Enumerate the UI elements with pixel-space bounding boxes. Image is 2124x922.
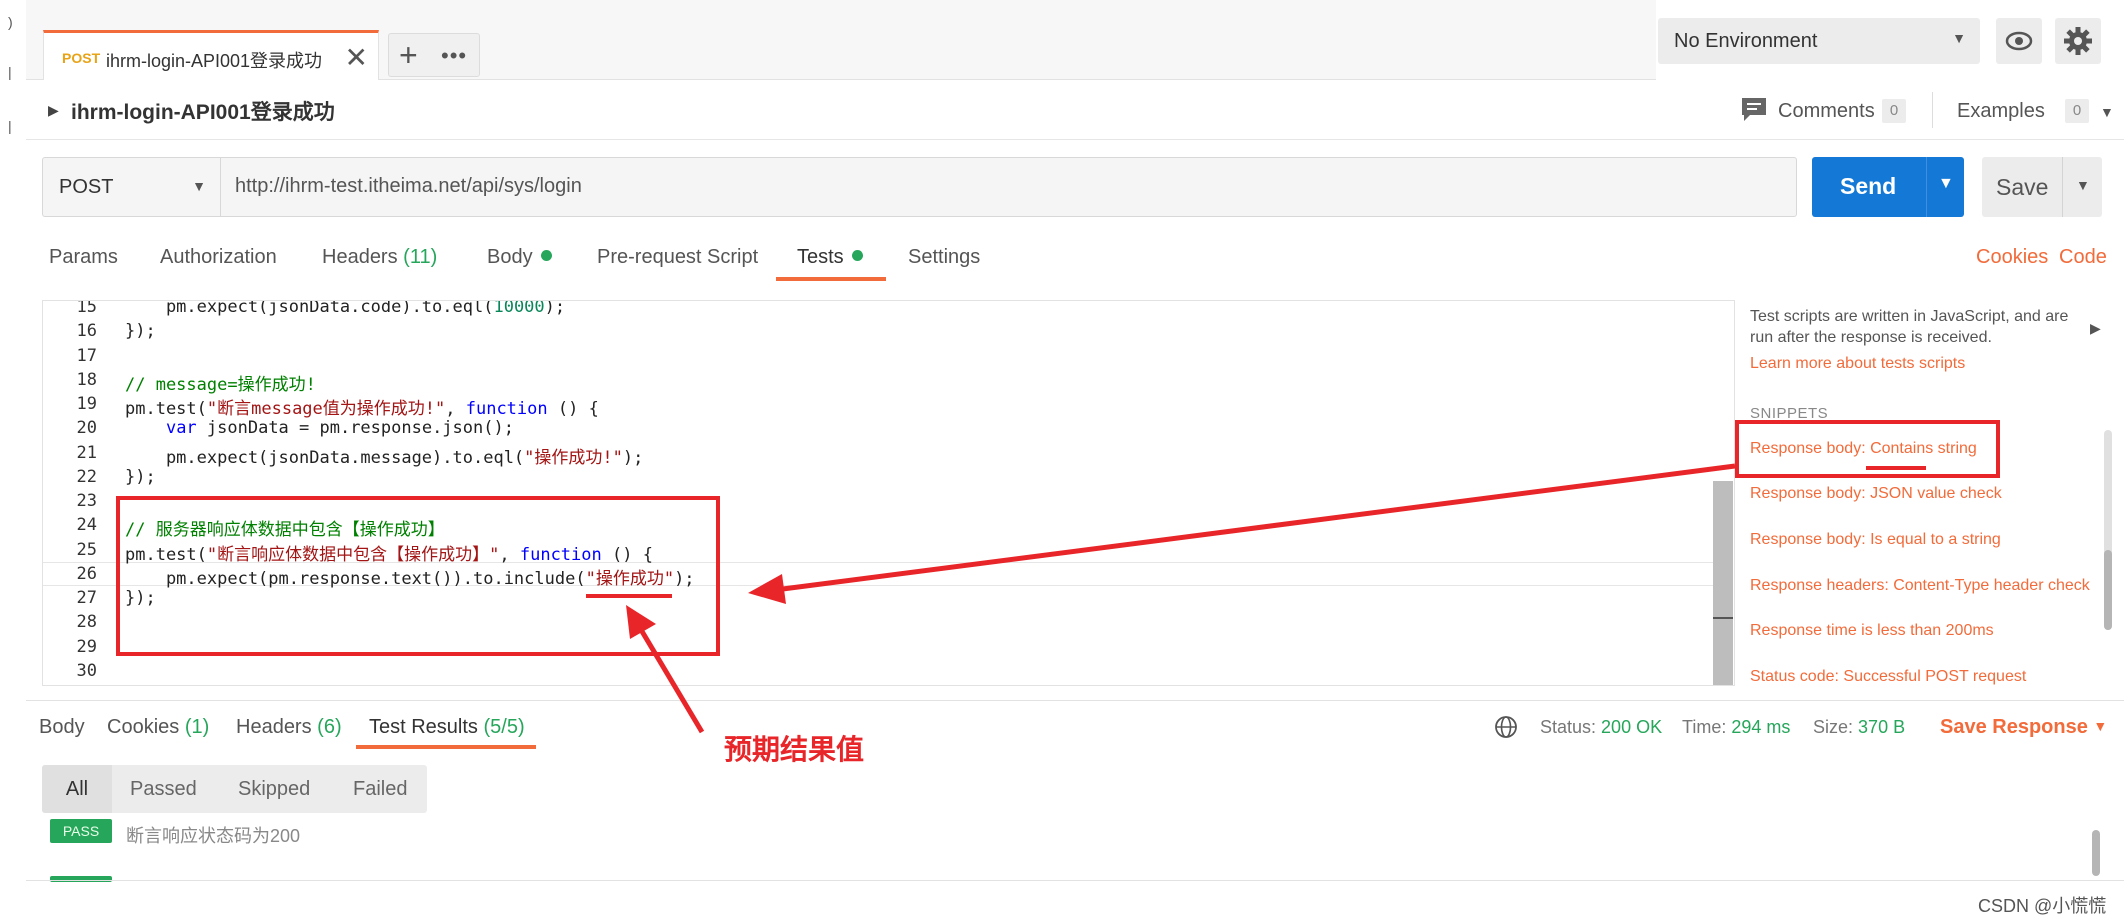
annotation-arrow-line — [637, 626, 705, 734]
annotation-arrow-line — [774, 463, 1736, 593]
watermark: CSDN @小慌慌 — [1978, 896, 2107, 916]
annotation-arrowhead — [748, 574, 786, 604]
annotation-label: 预期结果值 — [724, 734, 865, 765]
annotation-arrows — [626, 463, 1736, 734]
